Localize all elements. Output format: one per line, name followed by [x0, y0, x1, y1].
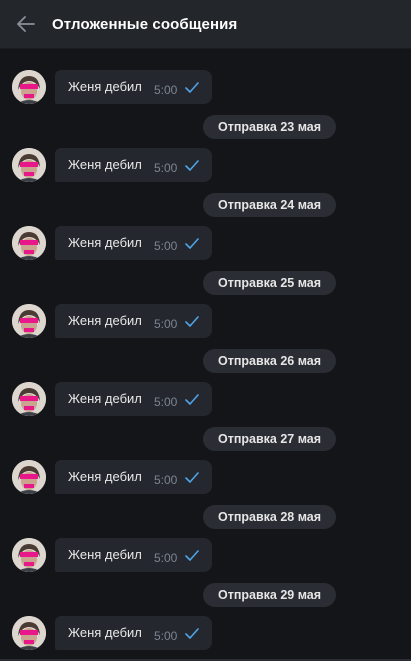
back-button[interactable]	[0, 0, 52, 48]
message-time: 5:00	[154, 473, 178, 487]
check-icon	[185, 628, 199, 639]
message-text: Женя дебил	[68, 625, 142, 640]
avatar[interactable]	[12, 616, 46, 650]
check-icon	[185, 160, 199, 171]
avatar[interactable]	[12, 538, 46, 572]
message-row[interactable]: Женя дебил 5:00	[12, 616, 212, 650]
date-separator: Отправка 28 мая	[203, 505, 336, 529]
message-time: 5:00	[154, 161, 178, 175]
page-title: Отложенные сообщения	[52, 15, 238, 33]
avatar[interactable]	[12, 382, 46, 416]
avatar[interactable]	[12, 460, 46, 494]
date-separator: Отправка 24 мая	[203, 193, 336, 217]
message-bubble[interactable]: Женя дебил 5:00	[55, 304, 212, 338]
message-time: 5:00	[154, 239, 178, 253]
message-time: 5:00	[154, 551, 178, 565]
message-text: Женя дебил	[68, 547, 142, 562]
check-icon	[185, 82, 199, 93]
message-time: 5:00	[154, 83, 178, 97]
message-row[interactable]: Женя дебил 5:00	[12, 304, 212, 338]
message-bubble[interactable]: Женя дебил 5:00	[55, 382, 212, 416]
message-bubble[interactable]: Женя дебил 5:00	[55, 70, 212, 104]
date-separator: Отправка 25 мая	[203, 271, 336, 295]
message-row[interactable]: Женя дебил 5:00	[12, 70, 212, 104]
chat-header: Отложенные сообщения	[0, 0, 411, 49]
message-text: Женя дебил	[68, 235, 142, 250]
date-separator: Отправка 23 мая	[203, 115, 336, 139]
message-row[interactable]: Женя дебил 5:00	[12, 148, 212, 182]
message-bubble[interactable]: Женя дебил 5:00	[55, 226, 212, 260]
message-time: 5:00	[154, 395, 178, 409]
message-row[interactable]: Женя дебил 5:00	[12, 460, 212, 494]
scheduled-messages-list[interactable]: Женя дебил 5:00 Отправка 23 мая Женя деб…	[0, 48, 411, 660]
message-bubble[interactable]: Женя дебил 5:00	[55, 538, 212, 572]
check-icon	[185, 394, 199, 405]
date-separator: Отправка 26 мая	[203, 349, 336, 373]
date-separator: Отправка 27 мая	[203, 427, 336, 451]
message-text: Женя дебил	[68, 79, 142, 94]
message-time: 5:00	[154, 629, 178, 643]
message-row[interactable]: Женя дебил 5:00	[12, 538, 212, 572]
arrow-left-icon	[17, 16, 35, 32]
message-text: Женя дебил	[68, 157, 142, 172]
check-icon	[185, 472, 199, 483]
check-icon	[185, 316, 199, 327]
avatar[interactable]	[12, 70, 46, 104]
date-separator: Отправка 29 мая	[203, 583, 336, 607]
message-row[interactable]: Женя дебил 5:00	[12, 382, 212, 416]
check-icon	[185, 550, 199, 561]
avatar[interactable]	[12, 304, 46, 338]
check-icon	[185, 238, 199, 249]
message-bubble[interactable]: Женя дебил 5:00	[55, 148, 212, 182]
message-row[interactable]: Женя дебил 5:00	[12, 226, 212, 260]
message-bubble[interactable]: Женя дебил 5:00	[55, 616, 212, 650]
message-bubble[interactable]: Женя дебил 5:00	[55, 460, 212, 494]
message-time: 5:00	[154, 317, 178, 331]
message-text: Женя дебил	[68, 313, 142, 328]
message-text: Женя дебил	[68, 391, 142, 406]
avatar[interactable]	[12, 226, 46, 260]
avatar[interactable]	[12, 148, 46, 182]
message-text: Женя дебил	[68, 469, 142, 484]
